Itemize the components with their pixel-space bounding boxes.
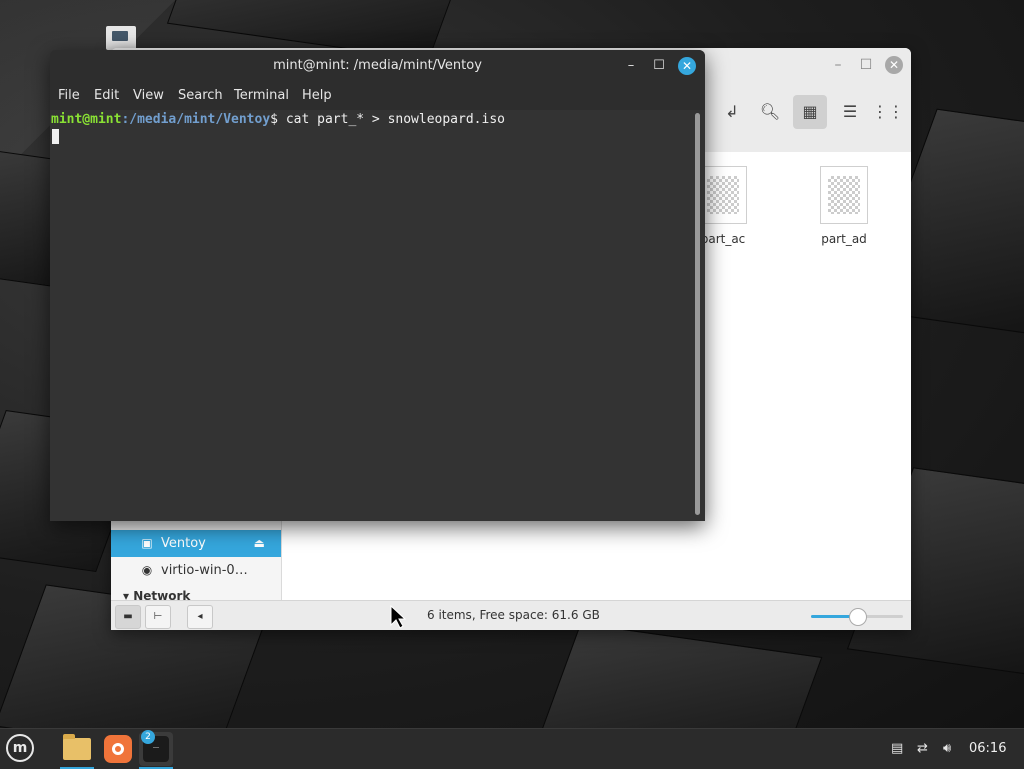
eject-icon[interactable]: ⏏ [254,530,265,557]
compact-view-icon[interactable]: ⋮⋮ [871,95,905,129]
file-name: part_ad [821,232,867,246]
prompt-path: :/media/mint/Ventoy [121,112,271,127]
zoom-slider[interactable] [811,608,903,626]
terminal-window: mint@mint: /media/mint/Ventoy – ☐ ✕ File… [50,50,705,521]
menu-terminal[interactable]: Terminal [234,88,289,103]
sidebar-item-virtio-win[interactable]: ◉ virtio-win-0… [111,557,281,584]
files-app-icon[interactable] [60,732,94,769]
sidebar-item-label: virtio-win-0… [161,563,248,578]
toggle-location-icon[interactable]: ↲ [715,95,749,129]
sidebar-item-ventoy[interactable]: ▣ Ventoy ⏏ [111,530,281,557]
menu-bar: File Edit View Search Terminal Help [50,82,705,110]
menu-edit[interactable]: Edit [94,88,119,103]
text-cursor [52,129,59,144]
terminal-titlebar[interactable]: mint@mint: /media/mint/Ventoy – ☐ ✕ [50,50,705,82]
icon-view-icon[interactable]: ▦ [793,95,827,129]
scrollbar[interactable] [695,113,700,515]
places-toggle-icon[interactable]: ▬ [115,605,141,629]
volume-tray-icon[interactable]: 🔊︎ [943,741,951,756]
zoom-slider-handle[interactable] [849,608,867,626]
file-thumbnail-icon [699,166,747,224]
menu-search[interactable]: Search [178,88,223,103]
status-bar: ▬ ⊢ ◂ 6 items, Free space: 61.6 GB [111,600,911,630]
firefox-app-icon[interactable] [101,732,135,766]
close-button[interactable]: ✕ [678,57,696,75]
menu-file[interactable]: File [58,88,80,103]
hide-sidebar-icon[interactable]: ◂ [187,605,213,629]
prompt-line: mint@mint:/media/mint/Ventoy$ cat part_*… [51,112,505,127]
mint-menu-icon[interactable]: m [6,734,34,762]
wallpaper-tile [539,622,823,728]
command-text: cat part_* > snowleopard.iso [278,112,505,127]
drive-icon: ▣ [141,536,153,550]
network-tray-icon[interactable]: ⇄ [917,741,928,756]
desktop-computer-icon[interactable] [106,26,136,50]
file-thumbnail-icon [820,166,868,224]
sidebar-item-label: Ventoy [161,536,206,551]
clock[interactable]: 06:16 [969,741,1006,756]
disc-icon: ◉ [141,563,153,577]
menu-view[interactable]: View [133,88,164,103]
list-view-icon[interactable]: ☰ [833,95,867,129]
status-text: 6 items, Free space: 61.6 GB [427,608,600,622]
taskbar: m _ 2 ▤ ⇄ 🔊︎ 06:16 [0,728,1024,769]
notes-tray-icon[interactable]: ▤ [891,741,903,756]
search-icon[interactable]: 🔍︎ [753,95,787,129]
close-button[interactable]: ✕ [885,56,903,74]
tree-toggle-icon[interactable]: ⊢ [145,605,171,629]
prompt-symbol: $ [270,112,278,127]
terminal-output[interactable]: mint@mint:/media/mint/Ventoy$ cat part_*… [50,110,705,521]
window-title: mint@mint: /media/mint/Ventoy [273,58,482,73]
minimize-button[interactable]: – [622,57,640,75]
window-count-badge: 2 [141,730,155,744]
file-item[interactable]: part_ad [799,166,889,246]
terminal-app-icon[interactable]: _ 2 [139,730,173,769]
file-name: part_ac [700,232,746,246]
menu-help[interactable]: Help [302,88,332,103]
prompt-user: mint@mint [51,112,122,127]
maximize-button[interactable]: ☐ [857,56,875,74]
maximize-button[interactable]: ☐ [650,57,668,75]
mouse-pointer-icon [390,605,406,629]
minimize-button[interactable]: – [829,56,847,74]
